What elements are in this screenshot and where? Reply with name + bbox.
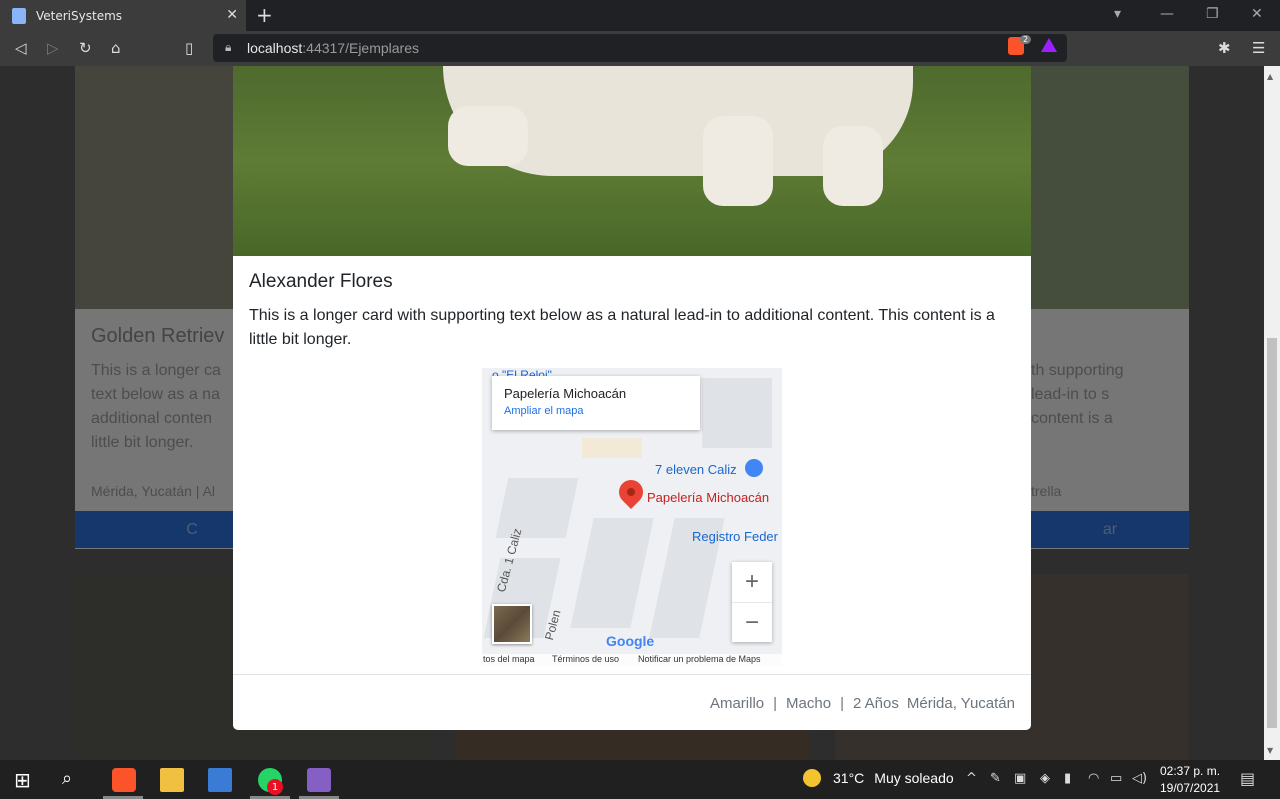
- map-footer: tos del mapa Términos de uso Notificar u…: [482, 654, 782, 666]
- extensions-icon[interactable]: ✱: [1218, 39, 1231, 57]
- pen-icon[interactable]: ✎: [990, 771, 1001, 786]
- forward-icon[interactable]: ▷: [47, 39, 59, 57]
- zoom-controls: + −: [732, 562, 772, 642]
- tab-search-icon[interactable]: ▾: [1114, 6, 1121, 22]
- url-host: localhost: [247, 40, 303, 56]
- whatsapp-badge: 1: [267, 779, 283, 795]
- expand-map-link[interactable]: Ampliar el mapa: [504, 405, 688, 417]
- pin-label[interactable]: Papelería Michoacán: [647, 490, 769, 505]
- shields-count-badge: 2: [1020, 35, 1032, 44]
- zoom-out-button[interactable]: −: [732, 602, 772, 642]
- terms-link[interactable]: Términos de uso: [552, 654, 619, 664]
- brave-browser-icon[interactable]: [112, 768, 136, 792]
- usb-icon[interactable]: ▮: [1064, 771, 1071, 786]
- brave-rewards-icon[interactable]: [1041, 38, 1057, 52]
- close-tab-icon[interactable]: ✕: [226, 7, 238, 23]
- pet-name-title: Alexander Flores: [249, 271, 393, 292]
- visual-studio-icon[interactable]: [307, 768, 331, 792]
- pet-location: Mérida, Yucatán: [906, 695, 1015, 712]
- close-window-icon[interactable]: ✕: [1251, 6, 1263, 22]
- file-explorer-icon[interactable]: [160, 768, 184, 792]
- reload-icon[interactable]: ↻: [79, 39, 92, 57]
- satellite-toggle[interactable]: [492, 604, 532, 644]
- tab-bar: VeteriSystems ✕ + ▾ — ❐ ✕: [0, 0, 1280, 31]
- pet-photo: [233, 66, 1031, 256]
- wifi-icon[interactable]: ◠: [1088, 771, 1099, 786]
- google-map[interactable]: o "El Reloj" Cda. 1 Caliz Polen Papelerí…: [482, 368, 782, 666]
- map-data-link[interactable]: tos del mapa: [483, 654, 535, 664]
- system-clock[interactable]: 02:37 p. m. 19/07/2021: [1160, 763, 1220, 797]
- minimize-icon[interactable]: —: [1160, 6, 1174, 22]
- battery-icon[interactable]: ▭: [1110, 771, 1122, 786]
- sun-icon: [803, 769, 821, 787]
- map-block: [582, 438, 642, 458]
- notifications-icon[interactable]: ▤: [1240, 769, 1255, 788]
- scroll-thumb[interactable]: [1267, 338, 1277, 728]
- scroll-up-icon[interactable]: ▲: [1267, 72, 1273, 81]
- security-icon[interactable]: ◈: [1040, 771, 1050, 786]
- modal-footer: Amarillo | Macho | 2 Años Mérida, Yucatá…: [233, 674, 1031, 730]
- search-icon[interactable]: ⌕: [62, 768, 86, 792]
- tab-title: VeteriSystems: [36, 8, 123, 23]
- map-block: [702, 378, 772, 448]
- restore-icon[interactable]: ❐: [1206, 6, 1219, 22]
- scroll-down-icon[interactable]: ▼: [1267, 746, 1273, 755]
- weather-temp: 31°C: [833, 770, 865, 786]
- pet-sex: Macho: [786, 695, 832, 712]
- pet-color: Amarillo: [709, 695, 765, 712]
- weather-widget[interactable]: 31°C Muy soleado: [803, 769, 954, 787]
- bookmark-icon[interactable]: ▯: [185, 39, 193, 57]
- dog-leg-shape: [703, 116, 773, 206]
- separator: |: [773, 695, 778, 712]
- report-link[interactable]: Notificar un problema de Maps: [638, 654, 761, 664]
- map-block: [495, 478, 579, 538]
- home-icon[interactable]: ⌂: [111, 39, 121, 57]
- back-icon[interactable]: ◁: [15, 39, 27, 57]
- menu-icon[interactable]: ☰: [1252, 39, 1265, 57]
- browser-tab[interactable]: VeteriSystems ✕: [0, 0, 246, 31]
- start-icon[interactable]: ⊞: [14, 768, 38, 792]
- separator: |: [840, 695, 844, 712]
- poi-label[interactable]: 7 eleven Caliz: [655, 462, 737, 477]
- new-tab-icon[interactable]: +: [256, 3, 273, 27]
- store-icon[interactable]: [745, 459, 763, 477]
- place-name: Papelería Michoacán: [504, 386, 627, 401]
- map-block: [570, 518, 654, 628]
- pet-info: Amarillo | Macho | 2 Años Mérida, Yucatá…: [710, 695, 1015, 712]
- zoom-in-button[interactable]: +: [732, 562, 772, 602]
- clock-time: 02:37 p. m.: [1160, 764, 1221, 778]
- page-scrollbar[interactable]: ▲ ▼: [1264, 66, 1280, 760]
- url-path: :44317/Ejemplares: [302, 40, 420, 56]
- store-icon[interactable]: [208, 768, 232, 792]
- poi-label[interactable]: Registro Feder: [692, 529, 778, 544]
- address-bar[interactable]: 🔒︎ localhost:44317/Ejemplares: [213, 34, 1067, 62]
- pet-description: This is a longer card with supporting te…: [249, 307, 995, 348]
- google-logo: Google: [606, 633, 655, 649]
- map-place-card: Papelería Michoacán Ampliar el mapa: [492, 376, 700, 430]
- dog-leg-shape: [823, 126, 883, 206]
- lock-icon: 🔒︎: [225, 40, 232, 54]
- teams-icon[interactable]: ▣: [1014, 771, 1026, 786]
- show-hidden-icons-icon[interactable]: ^: [966, 771, 977, 786]
- weather-desc: Muy soleado: [874, 770, 954, 786]
- map-pin-dot: [627, 488, 635, 496]
- clock-date: 19/07/2021: [1160, 781, 1221, 795]
- windows-taskbar: ⊞ ⌕ 1 31°C Muy soleado ^ ✎ ▣ ◈ ▮ ◠ ▭ ◁) …: [0, 760, 1280, 799]
- volume-icon[interactable]: ◁): [1132, 771, 1147, 786]
- page-favicon-icon: [12, 7, 26, 24]
- dog-leg-shape: [448, 106, 528, 166]
- pet-age: 2 Años: [852, 695, 899, 712]
- navigation-bar: ◁ ▷ ↻ ⌂ ▯ 🔒︎ localhost:44317/Ejemplares …: [0, 31, 1280, 66]
